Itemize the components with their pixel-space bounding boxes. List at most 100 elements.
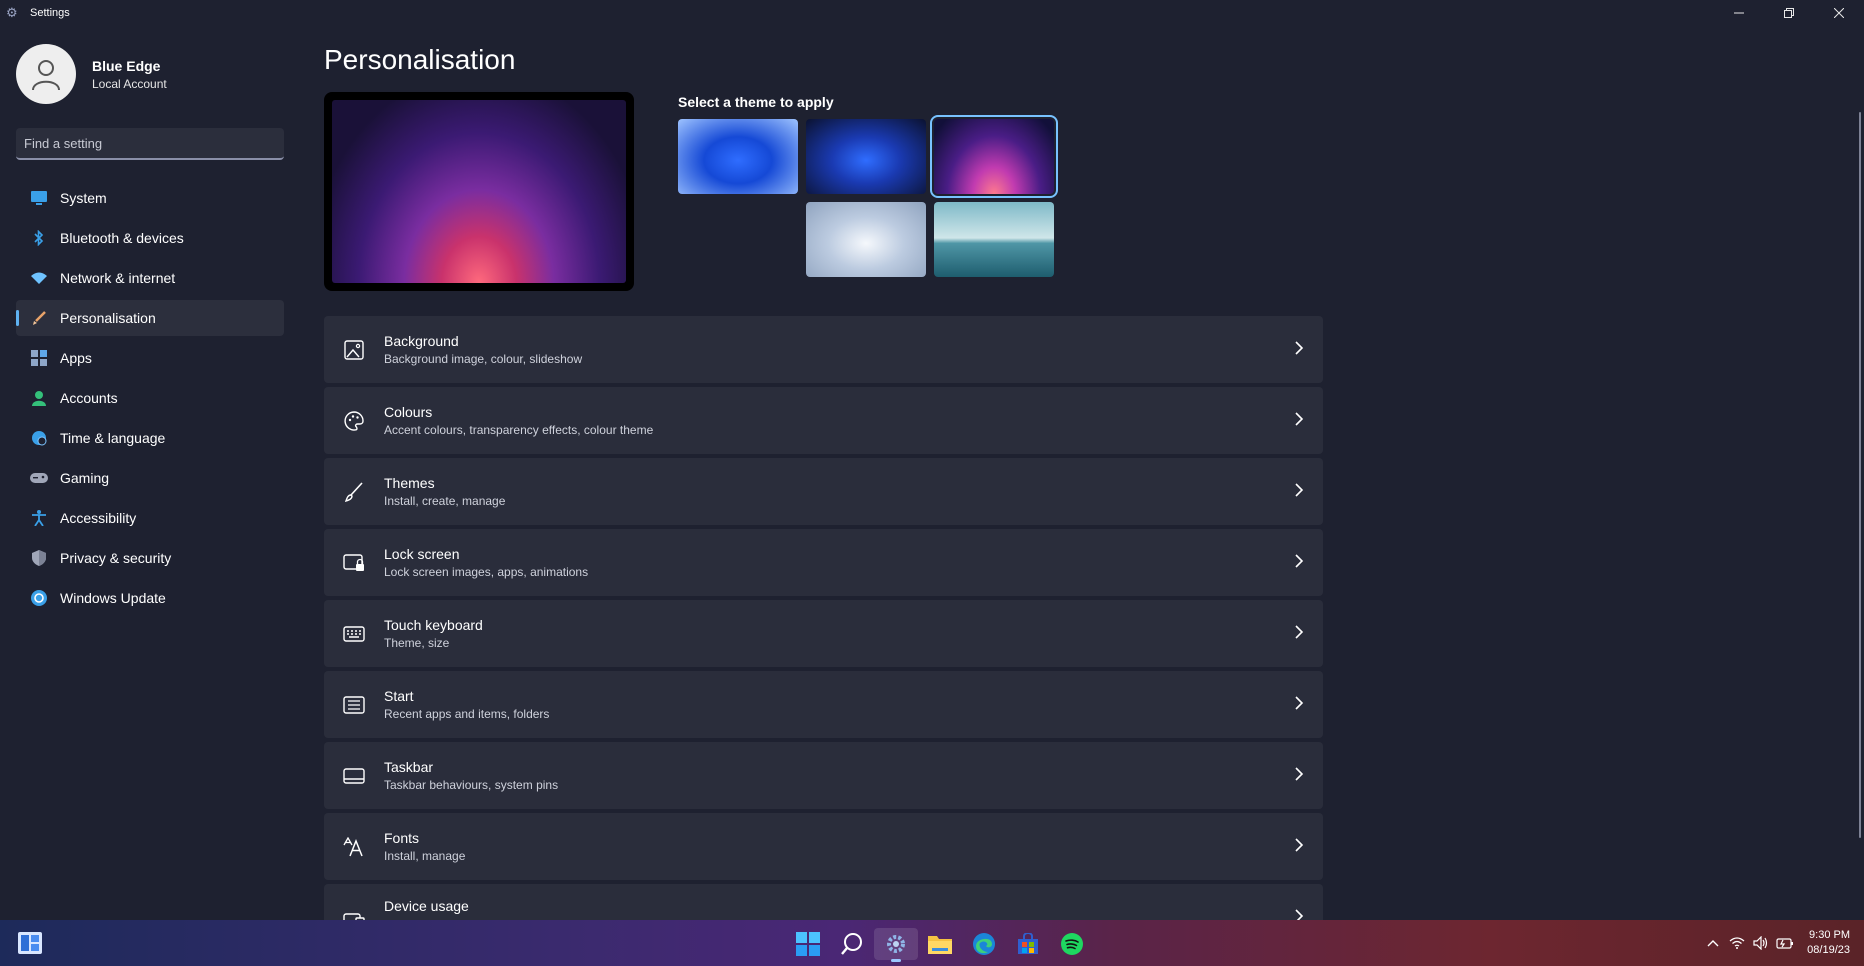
fonts-icon xyxy=(342,835,366,859)
setting-title: Colours xyxy=(384,404,433,420)
sidebar-item-windows-update[interactable]: Windows Update xyxy=(16,580,284,616)
title-bar: ⚙ Settings xyxy=(0,0,1864,26)
profile-name: Blue Edge xyxy=(92,57,161,74)
setting-row-background[interactable]: Background Background image, colour, sli… xyxy=(324,316,1323,383)
taskbar-icon xyxy=(342,764,366,788)
sidebar-item-time-language[interactable]: Time & language xyxy=(16,420,284,456)
setting-title: Touch keyboard xyxy=(384,617,483,633)
theme-sunrise-lake[interactable] xyxy=(934,202,1054,277)
store-icon[interactable] xyxy=(1006,928,1050,960)
chevron-right-icon xyxy=(1295,696,1304,710)
sidebar-item-gaming[interactable]: Gaming xyxy=(16,460,284,496)
sidebar-item-label: Gaming xyxy=(60,470,110,486)
theme-heading: Select a theme to apply xyxy=(678,94,834,110)
setting-row-start[interactable]: Start Recent apps and items, folders xyxy=(324,671,1323,738)
theme-captured-motion[interactable] xyxy=(806,202,926,277)
apps-icon xyxy=(30,349,48,367)
spotify-icon[interactable] xyxy=(1050,928,1094,960)
chevron-right-icon xyxy=(1295,341,1304,355)
clock-time: 9:30 PM xyxy=(1809,929,1850,941)
setting-subtitle: Lock screen images, apps, animations xyxy=(384,565,589,579)
search-input[interactable] xyxy=(24,135,264,151)
theme-preview xyxy=(324,92,634,291)
minimize-button[interactable] xyxy=(1714,0,1764,26)
close-button[interactable] xyxy=(1814,0,1864,26)
setting-row-themes[interactable]: Themes Install, create, manage xyxy=(324,458,1323,525)
setting-subtitle: Install, create, manage xyxy=(384,494,506,508)
sidebar-item-label: Accessibility xyxy=(60,510,137,526)
active-app-indicator xyxy=(891,959,901,962)
wifi-icon xyxy=(30,269,48,287)
setting-row-taskbar[interactable]: Taskbar Taskbar behaviours, system pins xyxy=(324,742,1323,809)
image-icon xyxy=(342,338,366,362)
theme-glow[interactable] xyxy=(930,115,1058,198)
setting-row-colours[interactable]: Colours Accent colours, transparency eff… xyxy=(324,387,1323,454)
search-box[interactable] xyxy=(16,128,284,160)
profile-account-type: Local Account xyxy=(92,76,167,91)
setting-title: Taskbar xyxy=(384,759,434,775)
file-explorer-icon[interactable] xyxy=(918,928,962,960)
edge-icon[interactable] xyxy=(962,928,1006,960)
main-scrollbar[interactable] xyxy=(1859,112,1861,838)
sidebar-item-label: Privacy & security xyxy=(60,550,172,566)
sidebar-item-network[interactable]: Network & internet xyxy=(16,260,284,296)
battery-icon[interactable] xyxy=(1773,931,1797,955)
accessibility-icon xyxy=(30,509,48,527)
windows-start-icon[interactable] xyxy=(786,928,830,960)
setting-row-fonts[interactable]: Fonts Install, manage xyxy=(324,813,1323,880)
setting-subtitle: Recent apps and items, folders xyxy=(384,707,550,721)
lock-screen-icon xyxy=(342,551,366,575)
setting-title: Background xyxy=(384,333,459,349)
sidebar-item-label: Accounts xyxy=(60,390,118,406)
settings-gear-icon: ⚙ xyxy=(6,5,18,20)
window-title: Settings xyxy=(30,7,70,19)
sidebar-item-personalisation[interactable]: Personalisation xyxy=(16,300,284,336)
avatar[interactable] xyxy=(16,44,76,104)
setting-title: Fonts xyxy=(384,830,420,846)
widgets-icon[interactable] xyxy=(18,932,42,954)
theme-dark-bloom[interactable] xyxy=(806,119,926,194)
bluetooth-icon xyxy=(30,229,48,247)
setting-row-lock-screen[interactable]: Lock screen Lock screen images, apps, an… xyxy=(324,529,1323,596)
chevron-right-icon xyxy=(1295,625,1304,639)
keyboard-icon xyxy=(342,622,366,646)
sidebar: Blue Edge Local Account System Bluetooth… xyxy=(0,26,300,920)
setting-subtitle: Theme, size xyxy=(384,636,450,650)
sidebar-item-accounts[interactable]: Accounts xyxy=(16,380,284,416)
sidebar-item-apps[interactable]: Apps xyxy=(16,340,284,376)
sidebar-item-bluetooth[interactable]: Bluetooth & devices xyxy=(16,220,284,256)
globe-clock-icon xyxy=(30,429,48,447)
settings-list: Background Background image, colour, sli… xyxy=(324,316,1323,955)
window-controls xyxy=(1714,0,1864,26)
sidebar-item-system[interactable]: System xyxy=(16,180,284,216)
wifi-icon[interactable] xyxy=(1725,931,1749,955)
sidebar-item-label: Personalisation xyxy=(60,310,156,326)
chevron-right-icon xyxy=(1295,838,1304,852)
restore-button[interactable] xyxy=(1764,0,1814,26)
sidebar-item-label: Time & language xyxy=(60,430,166,446)
sidebar-item-accessibility[interactable]: Accessibility xyxy=(16,500,284,536)
volume-icon[interactable] xyxy=(1749,931,1773,955)
brush-icon xyxy=(342,480,366,504)
brush-icon xyxy=(30,309,48,327)
taskbar: 9:30 PM 08/19/23 xyxy=(0,920,1864,966)
clock-date: 08/19/23 xyxy=(1807,944,1850,956)
user-profile[interactable]: Blue Edge Local Account xyxy=(16,44,167,104)
setting-row-touch-keyboard[interactable]: Touch keyboard Theme, size xyxy=(324,600,1323,667)
start-icon xyxy=(342,693,366,717)
theme-light-bloom[interactable] xyxy=(678,119,798,194)
clock[interactable]: 9:30 PM 08/19/23 xyxy=(1807,928,1850,958)
page-title: Personalisation xyxy=(324,44,516,75)
setting-subtitle: Background image, colour, slideshow xyxy=(384,352,583,366)
shield-icon xyxy=(30,549,48,567)
sidebar-item-privacy-security[interactable]: Privacy & security xyxy=(16,540,284,576)
system-icon xyxy=(30,189,48,207)
sidebar-item-label: System xyxy=(60,190,107,206)
settings-icon[interactable] xyxy=(874,928,918,962)
person-icon xyxy=(32,60,60,91)
update-icon xyxy=(30,589,48,607)
chevron-up-icon[interactable] xyxy=(1701,931,1725,955)
setting-title: Start xyxy=(384,688,414,704)
search-icon[interactable] xyxy=(830,928,874,960)
setting-title: Themes xyxy=(384,475,435,491)
